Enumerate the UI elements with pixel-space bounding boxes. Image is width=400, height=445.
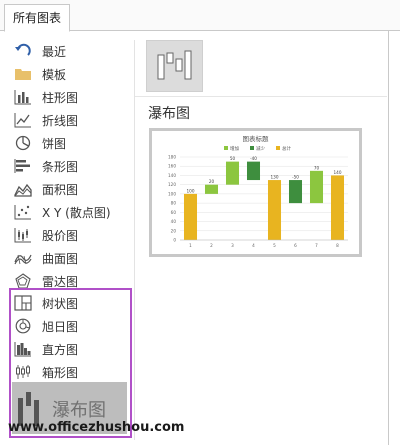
y-tick-label: 60: [171, 210, 177, 215]
y-tick-label: 120: [168, 182, 176, 187]
bar: [246, 161, 261, 181]
y-tick-label: 40: [171, 219, 177, 224]
sidebar-item-label: 面积图: [42, 182, 79, 197]
dialog-border: [388, 30, 389, 445]
x-tick-label: 8: [336, 243, 339, 248]
section-title: 瀑布图: [148, 106, 190, 122]
x-tick-label: 3: [231, 243, 234, 248]
scatter-chart-icon: [14, 203, 36, 221]
folder-icon: [14, 65, 36, 83]
legend-swatch: [250, 146, 254, 150]
x-tick-label: 6: [294, 243, 297, 248]
column-chart-icon: [14, 88, 36, 106]
bar: [330, 175, 345, 240]
x-tick-label: 4: [252, 243, 255, 248]
tab-all-charts[interactable]: 所有图表: [4, 4, 71, 32]
legend-label: 总计: [282, 145, 291, 152]
data-label: 130: [271, 175, 279, 180]
chart-subtype-waterfall[interactable]: [146, 40, 203, 92]
sidebar-item-recent[interactable]: 最近: [14, 40, 66, 62]
y-tick-label: 160: [168, 164, 176, 169]
bar-chart-icon: [14, 157, 36, 175]
data-label: 70: [314, 165, 320, 170]
panel-divider: [134, 40, 135, 440]
sidebar-item-label: 最近: [42, 44, 67, 59]
chart-preview[interactable]: 图表标题 增加 减少 总计 0 20 40 60 80 100 120 140 160 180 100 1 20…: [149, 128, 362, 257]
x-tick-label: 1: [189, 243, 192, 248]
sidebar-item-surface[interactable]: 曲面图: [14, 247, 78, 269]
sidebar-item-column[interactable]: 柱形图: [14, 86, 78, 108]
bar: [309, 170, 324, 204]
bar: [183, 193, 198, 240]
data-label: 20: [209, 179, 215, 184]
y-tick-label: 140: [168, 173, 176, 178]
waterfall-chart: 图表标题增加 减少 总计020406080100120140160180100120…: [168, 134, 348, 248]
sidebar-item-label: 瀑布图: [52, 400, 106, 421]
data-label: 50: [230, 156, 236, 161]
sidebar-item-pie[interactable]: 饼图: [14, 132, 66, 154]
sidebar-item-label: X Y (散点图): [42, 205, 111, 220]
data-label: -40: [250, 156, 257, 161]
section-divider: [135, 96, 387, 97]
sidebar-item-line[interactable]: 折线图: [14, 109, 78, 131]
sidebar-item-label: 折线图: [42, 113, 79, 128]
y-tick-label: 0: [173, 238, 176, 243]
sidebar-item-label: 模板: [42, 67, 67, 82]
chart-title: 图表标题: [243, 134, 270, 143]
sidebar-item-scatter[interactable]: X Y (散点图): [14, 201, 111, 223]
data-label: 100: [187, 188, 195, 193]
y-tick-label: 80: [171, 201, 177, 206]
legend-label: 增加: [230, 145, 239, 152]
sidebar-item-area[interactable]: 面积图: [14, 178, 78, 200]
tab-bar: 所有图表: [0, 0, 400, 32]
sidebar-item-label: 雷达图: [42, 274, 79, 289]
bar: [204, 184, 219, 194]
data-label: -50: [292, 175, 299, 180]
pie-chart-icon: [14, 134, 36, 152]
sidebar-item-label: 曲面图: [42, 251, 79, 266]
surface-chart-icon: [14, 249, 36, 267]
sidebar-item-label: 股价图: [42, 228, 79, 243]
stock-chart-icon: [14, 226, 36, 244]
legend-swatch: [276, 146, 280, 150]
watermark-text: www.officezhushou.com: [8, 420, 185, 435]
data-label: 140: [334, 170, 342, 175]
legend-label: 减少: [256, 145, 265, 152]
x-tick-label: 2: [210, 243, 213, 248]
x-tick-label: 5: [273, 243, 276, 248]
area-chart-icon: [14, 180, 36, 198]
sidebar-item-label: 饼图: [42, 136, 67, 151]
legend-swatch: [224, 146, 228, 150]
sidebar-item-stock[interactable]: 股价图: [14, 224, 78, 246]
recent-icon: [14, 42, 36, 60]
line-chart-icon: [14, 111, 36, 129]
sidebar-item-label: 柱形图: [42, 90, 79, 105]
y-tick-label: 180: [168, 155, 176, 160]
sidebar-item-bar[interactable]: 条形图: [14, 155, 78, 177]
y-tick-label: 100: [168, 191, 176, 196]
bar: [225, 161, 240, 185]
y-tick-label: 20: [171, 228, 177, 233]
sidebar-item-templates[interactable]: 模板: [14, 63, 66, 85]
bar: [267, 180, 282, 240]
bar: [288, 180, 303, 204]
x-tick-label: 7: [315, 243, 318, 248]
sidebar-item-label: 条形图: [42, 159, 79, 174]
waterfall-chart-icon: [157, 50, 192, 80]
